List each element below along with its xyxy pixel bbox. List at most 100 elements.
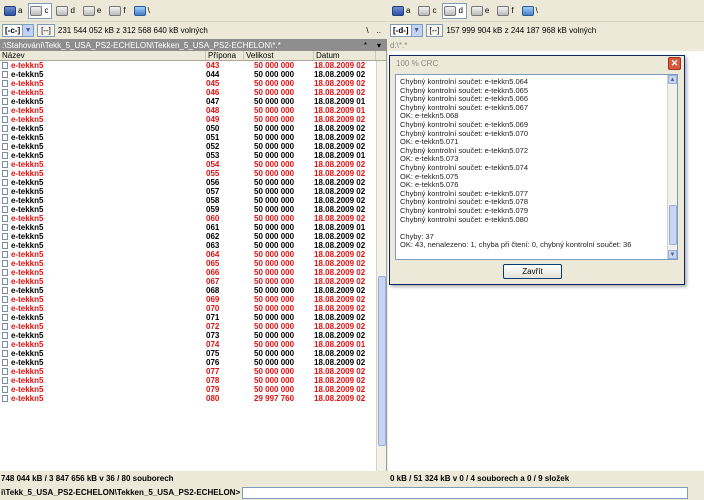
file-name-cell: e-tekkn5: [0, 169, 206, 178]
right-drive-button-f[interactable]: f: [495, 3, 517, 19]
table-row[interactable]: e-tekkn5 078 50 000 000 18.08.2009 02: [0, 376, 386, 385]
table-row[interactable]: e-tekkn5 058 50 000 000 18.08.2009 02: [0, 196, 386, 205]
table-row[interactable]: e-tekkn5 051 50 000 000 18.08.2009 02: [0, 133, 386, 142]
file-name-cell: e-tekkn5: [0, 331, 206, 340]
table-row[interactable]: e-tekkn5 077 50 000 000 18.08.2009 02: [0, 367, 386, 376]
scrollbar-thumb[interactable]: [669, 205, 677, 245]
table-row[interactable]: e-tekkn5 071 50 000 000 18.08.2009 02: [0, 313, 386, 322]
left-drive-combo[interactable]: [-c-] ▼: [2, 24, 35, 37]
left-drive-button-e[interactable]: e: [81, 3, 105, 19]
table-row[interactable]: e-tekkn5 043 50 000 000 18.08.2009 02: [0, 61, 386, 70]
table-row[interactable]: e-tekkn5 057 50 000 000 18.08.2009 02: [0, 187, 386, 196]
left-up-button[interactable]: ..: [377, 26, 381, 35]
table-row[interactable]: e-tekkn5 059 50 000 000 18.08.2009 02: [0, 205, 386, 214]
table-row[interactable]: e-tekkn5 070 50 000 000 18.08.2009 02: [0, 304, 386, 313]
file-name-cell: e-tekkn5: [0, 223, 206, 232]
table-row[interactable]: e-tekkn5 054 50 000 000 18.08.2009 02: [0, 160, 386, 169]
file-ext: 064: [206, 250, 220, 259]
crc-result-list[interactable]: Chybný kontrolní součet: e-tekkn5.064 Chy…: [395, 74, 678, 260]
table-row[interactable]: e-tekkn5 066 50 000 000 18.08.2009 02: [0, 268, 386, 277]
table-row[interactable]: e-tekkn5 060 50 000 000 18.08.2009 02: [0, 214, 386, 223]
chevron-down-icon[interactable]: ▼: [22, 25, 34, 36]
table-row[interactable]: e-tekkn5 080 29 997 760 18.08.2009 02: [0, 394, 386, 403]
table-row[interactable]: e-tekkn5 046 50 000 000 18.08.2009 02: [0, 88, 386, 97]
left-drive-button-d[interactable]: d: [54, 3, 78, 19]
left-file-panel[interactable]: Název Přípona Velikost Datum e-tekkn5 043…: [0, 51, 387, 471]
file-list: e-tekkn5 043 50 000 000 18.08.2009 02 e-tekk…: [0, 61, 386, 403]
left-scrollbar[interactable]: [376, 61, 386, 471]
command-input[interactable]: [242, 486, 689, 499]
table-row[interactable]: e-tekkn5 053 50 000 000 18.08.2009 01: [0, 151, 386, 160]
table-row[interactable]: e-tekkn5 052 50 000 000 18.08.2009 02: [0, 142, 386, 151]
file-size: 50 000 000: [254, 286, 295, 295]
table-row[interactable]: e-tekkn5 068 50 000 000 18.08.2009 02: [0, 286, 386, 295]
table-row[interactable]: e-tekkn5 069 50 000 000 18.08.2009 02: [0, 295, 386, 304]
right-drive-combo[interactable]: [-d-] ▼: [390, 24, 423, 37]
left-drive-button-f[interactable]: f: [107, 3, 129, 19]
file-name-cell: e-tekkn5: [0, 241, 206, 250]
table-row[interactable]: e-tekkn5 079 50 000 000 18.08.2009 02: [0, 385, 386, 394]
table-row[interactable]: e-tekkn5 073 50 000 000 18.08.2009 02: [0, 331, 386, 340]
table-row[interactable]: e-tekkn5 074 50 000 000 18.08.2009 01: [0, 340, 386, 349]
right-root-button[interactable]: [--]: [425, 24, 444, 37]
table-row[interactable]: e-tekkn5 056 50 000 000 18.08.2009 02: [0, 178, 386, 187]
chevron-up-icon[interactable]: ▲: [668, 75, 677, 84]
table-row[interactable]: e-tekkn5 047 50 000 000 18.08.2009 01: [0, 97, 386, 106]
table-row[interactable]: e-tekkn5 063 50 000 000 18.08.2009 02: [0, 241, 386, 250]
file-ext: 079: [206, 385, 220, 394]
table-row[interactable]: e-tekkn5 062 50 000 000 18.08.2009 02: [0, 232, 386, 241]
left-back-button[interactable]: \: [366, 26, 368, 35]
right-drive-button-e[interactable]: e: [469, 3, 493, 19]
table-row[interactable]: e-tekkn5 067 50 000 000 18.08.2009 02: [0, 277, 386, 286]
close-button[interactable]: Zavřít: [503, 264, 562, 279]
left-drive-button-a[interactable]: a: [2, 3, 26, 19]
right-drive-button-network[interactable]: \: [520, 3, 542, 19]
chevron-down-icon[interactable]: ▾: [377, 41, 381, 50]
file-icon: [2, 224, 8, 231]
table-row[interactable]: e-tekkn5 055 50 000 000 18.08.2009 02: [0, 169, 386, 178]
file-ext: 052: [206, 142, 220, 151]
table-row[interactable]: e-tekkn5 076 50 000 000 18.08.2009 02: [0, 358, 386, 367]
right-drive-button-d[interactable]: d: [442, 2, 467, 19]
table-row[interactable]: e-tekkn5 075 50 000 000 18.08.2009 02: [0, 349, 386, 358]
star-icon[interactable]: *: [364, 41, 367, 50]
right-path-bar[interactable]: d:\*.*: [388, 39, 704, 51]
chevron-down-icon[interactable]: ▼: [410, 25, 422, 36]
table-row[interactable]: e-tekkn5 065 50 000 000 18.08.2009 02: [0, 259, 386, 268]
close-icon[interactable]: ✕: [668, 57, 681, 70]
column-size[interactable]: Velikost: [244, 51, 314, 60]
hard-drive-icon: [30, 5, 43, 16]
file-name: e-tekkn5: [11, 133, 44, 142]
left-path-bar[interactable]: :\Stahování\Tekk_5_USA_PS2-ECHELON\Tekke…: [0, 39, 387, 51]
chevron-down-icon[interactable]: ▼: [668, 250, 677, 259]
left-drive-button-c[interactable]: c: [28, 2, 53, 19]
file-size: 50 000 000: [254, 223, 295, 232]
scrollbar-thumb[interactable]: [378, 276, 386, 446]
left-root-button[interactable]: [--]: [37, 24, 55, 37]
file-name: e-tekkn5: [11, 394, 44, 403]
file-icon: [2, 116, 8, 123]
right-free-space: 157 999 904 kB z 244 187 968 kB volných: [446, 26, 597, 35]
table-row[interactable]: e-tekkn5 048 50 000 000 18.08.2009 01: [0, 106, 386, 115]
dialog-scrollbar[interactable]: ▲ ▼: [667, 75, 677, 259]
right-drive-button-c[interactable]: c: [416, 3, 440, 19]
column-name[interactable]: Název: [0, 51, 206, 60]
table-row[interactable]: e-tekkn5 049 50 000 000 18.08.2009 02: [0, 115, 386, 124]
file-icon: [2, 260, 8, 267]
column-ext[interactable]: Přípona: [206, 51, 244, 60]
file-ext: 049: [206, 115, 220, 124]
file-name: e-tekkn5: [11, 160, 44, 169]
right-drive-button-a[interactable]: a: [390, 3, 414, 19]
table-row[interactable]: e-tekkn5 072 50 000 000 18.08.2009 02: [0, 322, 386, 331]
table-row[interactable]: e-tekkn5 044 50 000 000 18.08.2009 02: [0, 70, 386, 79]
file-date: 18.08.2009 02: [314, 70, 366, 79]
file-date: 18.08.2009 02: [314, 169, 366, 178]
table-row[interactable]: e-tekkn5 061 50 000 000 18.08.2009 01: [0, 223, 386, 232]
table-row[interactable]: e-tekkn5 064 50 000 000 18.08.2009 02: [0, 250, 386, 259]
table-row[interactable]: e-tekkn5 050 50 000 000 18.08.2009 02: [0, 124, 386, 133]
column-date[interactable]: Datum: [314, 51, 376, 60]
left-drive-button-network[interactable]: \: [132, 3, 154, 19]
dialog-titlebar[interactable]: 100 % CRC ✕: [390, 56, 684, 71]
file-size: 50 000 000: [254, 250, 295, 259]
table-row[interactable]: e-tekkn5 045 50 000 000 18.08.2009 02: [0, 79, 386, 88]
